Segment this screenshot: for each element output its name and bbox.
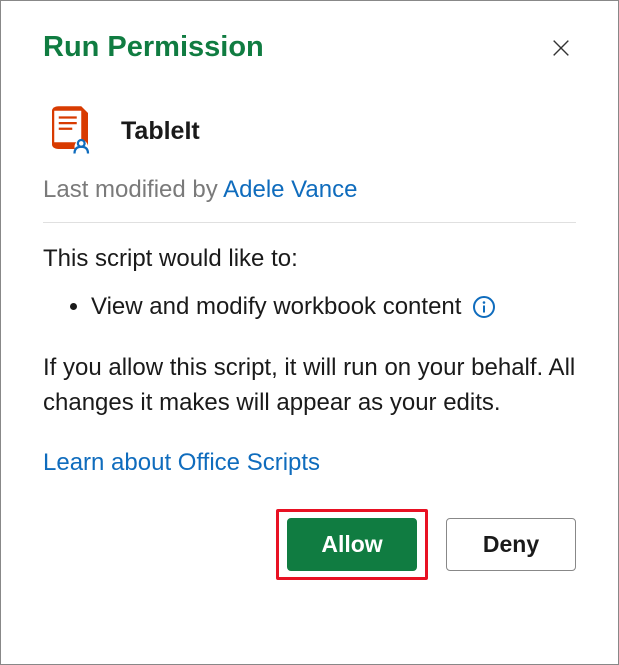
last-modified-text: Last modified by Adele Vance — [43, 176, 576, 204]
divider — [43, 222, 576, 223]
permissions-list: View and modify workbook content — [43, 293, 576, 321]
deny-button[interactable]: Deny — [446, 518, 576, 571]
learn-more-link[interactable]: Learn about Office Scripts — [43, 449, 320, 477]
script-info: TableIt — [43, 104, 576, 158]
close-button[interactable] — [546, 33, 576, 63]
allow-button[interactable]: Allow — [287, 518, 417, 571]
author-link[interactable]: Adele Vance — [223, 176, 357, 203]
permission-text: View and modify workbook content — [91, 293, 461, 321]
script-document-icon — [43, 104, 97, 158]
permission-item: View and modify workbook content — [91, 293, 576, 321]
permissions-intro: This script would like to: — [43, 245, 576, 273]
allow-highlight: Allow — [276, 509, 428, 580]
button-row: Allow Deny — [43, 509, 576, 580]
info-icon[interactable] — [471, 294, 497, 320]
script-name: TableIt — [121, 117, 200, 146]
dialog-title: Run Permission — [43, 31, 264, 64]
run-permission-dialog: Run Permission TableIt — [0, 0, 619, 665]
modified-prefix: Last modified by — [43, 176, 223, 203]
disclaimer-text: If you allow this script, it will run on… — [43, 351, 576, 421]
dialog-header: Run Permission — [43, 31, 576, 64]
